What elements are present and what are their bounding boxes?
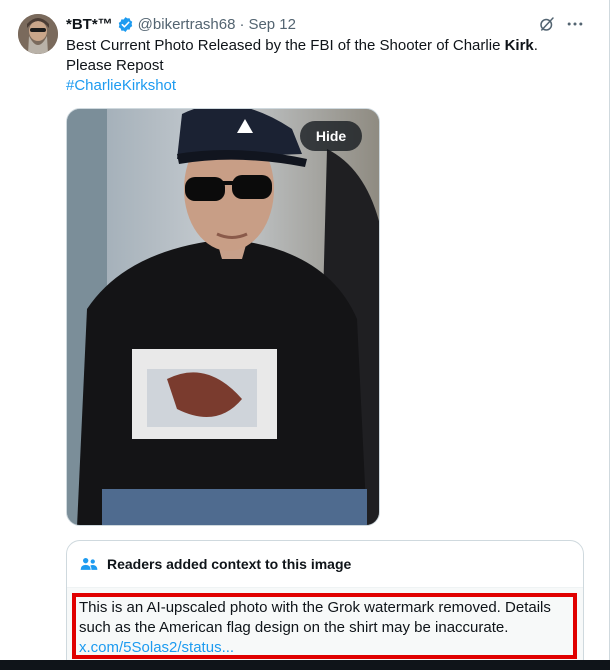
tweet-text-bold: Kirk (504, 37, 534, 54)
more-icon[interactable] (565, 14, 585, 34)
tweet-text-part1: Best Current Photo Released by the FBI o… (66, 37, 505, 54)
tweet-image[interactable] (66, 108, 380, 526)
community-note-header: Readers added context to this image (67, 541, 583, 587)
avatar[interactable] (18, 14, 58, 54)
verified-badge-icon[interactable] (117, 16, 134, 33)
tweet-date[interactable]: Sep 12 (248, 16, 296, 33)
community-note-title: Readers added context to this image (107, 556, 352, 572)
tweet-text: Best Current Photo Released by the FBI o… (66, 36, 586, 96)
highlight-box (72, 593, 577, 659)
tweet-header: *BT*™ @bikertrash68 · Sep 12 (66, 14, 296, 34)
separator-dot: · (239, 15, 245, 33)
people-icon (79, 554, 99, 574)
handle[interactable]: @bikertrash68 (138, 16, 236, 33)
grok-icon[interactable] (538, 15, 556, 33)
hide-media-button[interactable]: Hide (300, 121, 362, 151)
tweet-card: *BT*™ @bikertrash68 · Sep 12 Best Curren… (0, 0, 610, 670)
hashtag-link[interactable]: #CharlieKirkshot (66, 77, 176, 94)
bottom-edge (0, 660, 610, 670)
display-name[interactable]: *BT*™ (66, 16, 113, 33)
